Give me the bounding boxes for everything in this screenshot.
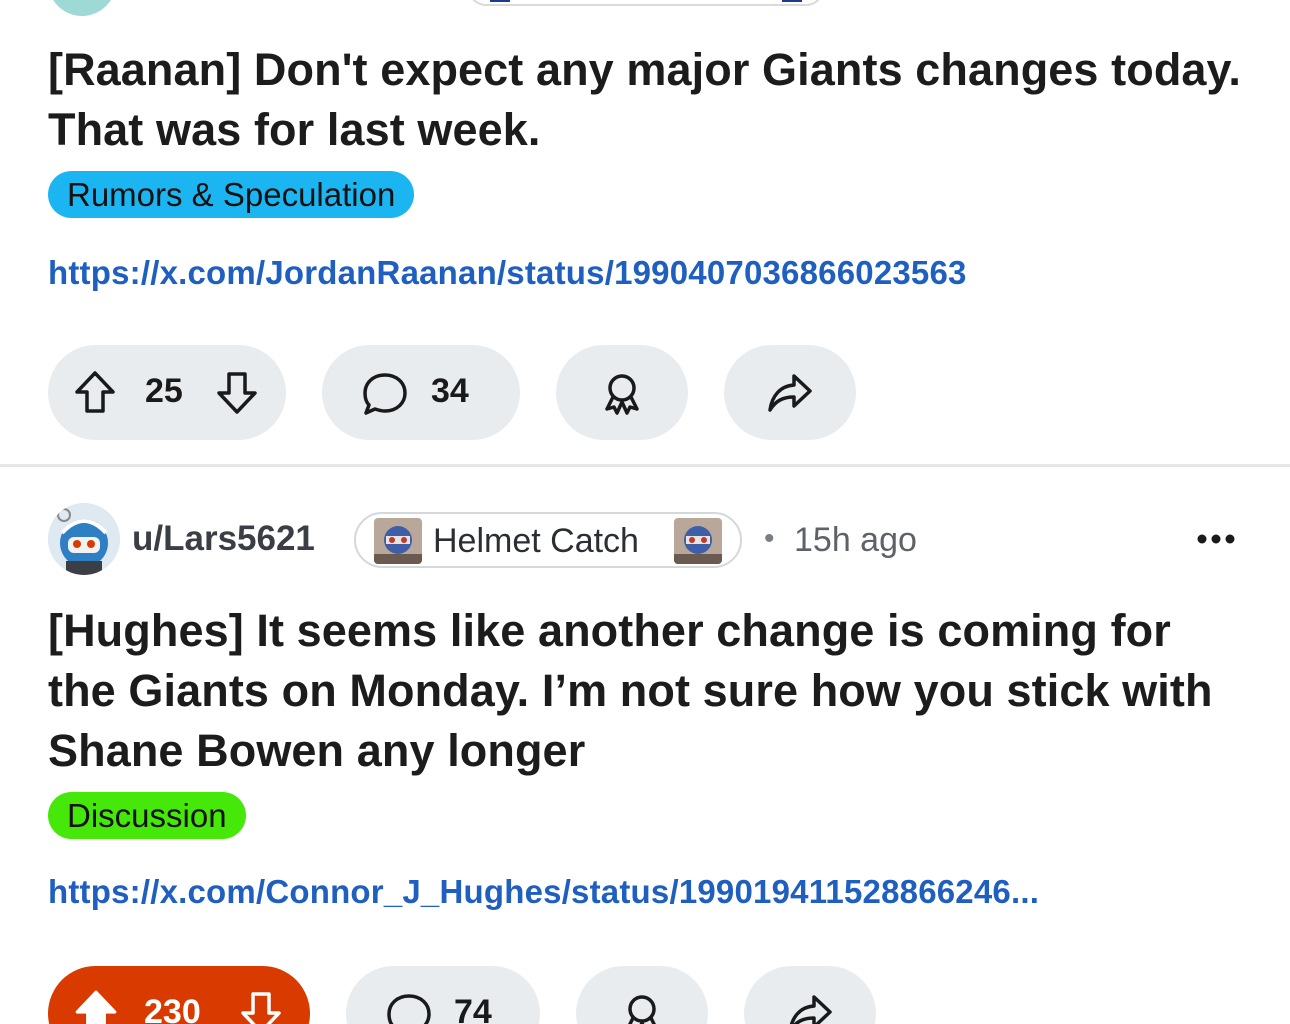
vote-pill: 25 (48, 345, 286, 440)
post-divider (0, 464, 1290, 467)
award-button[interactable] (576, 966, 708, 1024)
flair-image-right (782, 0, 802, 2)
flair-image-left (490, 0, 510, 2)
username[interactable]: u/Lars5621 (132, 517, 315, 561)
post-flair[interactable]: Rumors & Speculation (48, 171, 415, 218)
award-button[interactable] (556, 345, 688, 440)
flair-helmet-image (374, 518, 422, 564)
downvote-arrow-icon[interactable] (238, 990, 284, 1024)
downvote-arrow-icon[interactable] (214, 370, 260, 416)
vote-count: 230 (144, 993, 201, 1024)
post-link[interactable]: https://x.com/JordanRaanan/status/199040… (48, 253, 967, 293)
comment-count: 74 (454, 993, 492, 1024)
vote-count: 25 (145, 372, 183, 410)
user-flair-text: Helmet Catch (433, 522, 639, 560)
previous-post-user-flair (468, 0, 824, 6)
comments-button[interactable]: 34 (322, 345, 520, 440)
vote-pill: 230 (48, 966, 310, 1024)
award-ribbon-icon (599, 371, 645, 417)
post-title[interactable]: [Hughes] It seems like another change is… (48, 601, 1248, 781)
comments-button[interactable]: 74 (346, 966, 540, 1024)
post-flair[interactable]: Discussion (48, 792, 246, 839)
upvote-arrow-icon[interactable] (72, 369, 118, 415)
avatar[interactable] (48, 503, 120, 575)
upvote-arrow-icon[interactable] (72, 988, 120, 1024)
comment-bubble-icon (384, 990, 434, 1024)
comment-bubble-icon (360, 369, 410, 419)
separator-dot: • (764, 522, 775, 555)
post-meta: u/Lars5621 Helmet Catch • 15h ago (48, 503, 1248, 577)
flair-helmet-image (674, 518, 722, 564)
more-dots-icon[interactable] (1196, 521, 1236, 557)
post-link[interactable]: https://x.com/Connor_J_Hughes/status/199… (48, 872, 1039, 912)
share-button[interactable] (744, 966, 876, 1024)
previous-post-avatar[interactable] (48, 0, 116, 16)
user-flair: Helmet Catch (354, 512, 742, 568)
post-time: 15h ago (794, 521, 917, 559)
share-arrow-icon (766, 370, 814, 416)
comment-count: 34 (431, 372, 469, 410)
share-button[interactable] (724, 345, 856, 440)
share-arrow-icon (786, 991, 834, 1024)
post-title[interactable]: [Raanan] Don't expect any major Giants c… (48, 40, 1248, 160)
award-ribbon-icon (619, 992, 665, 1024)
